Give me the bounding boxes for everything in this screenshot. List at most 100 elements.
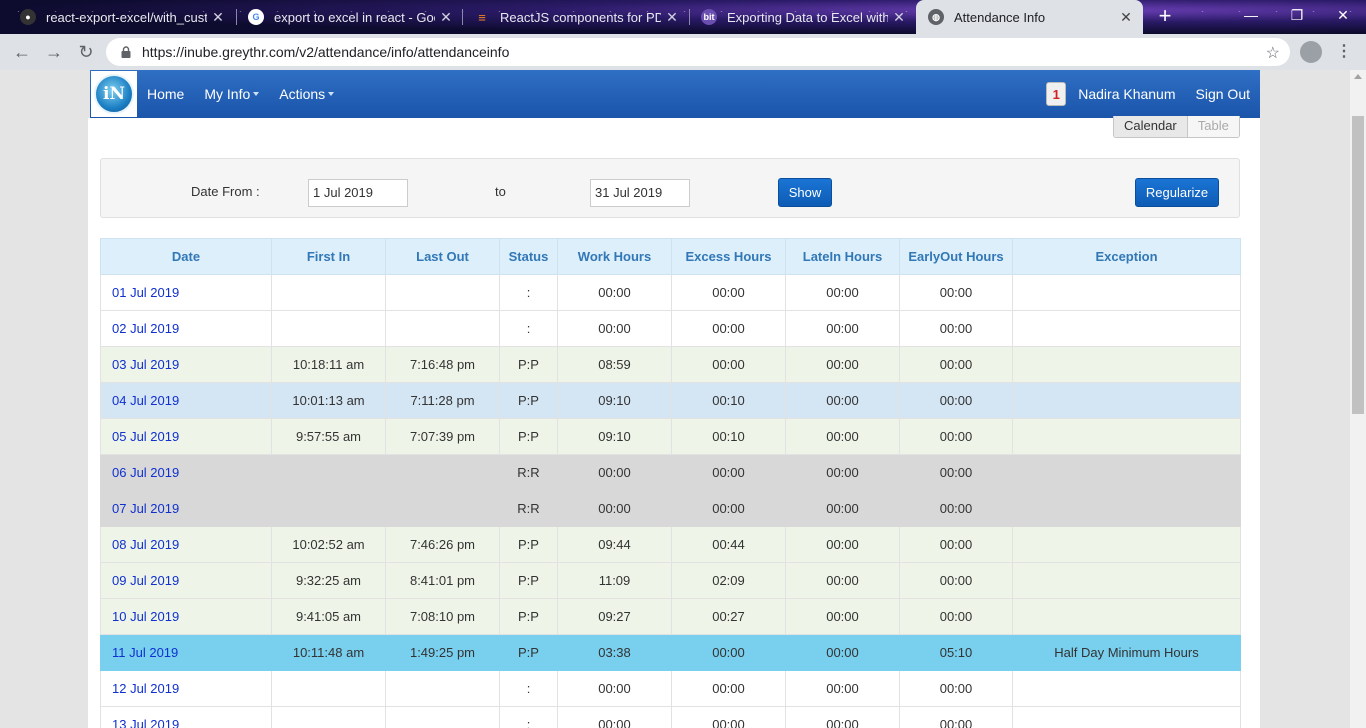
cell-exception <box>1012 274 1241 311</box>
cell-status: P:P <box>499 562 558 599</box>
browser-tab-1[interactable]: G export to excel in react - Goog ✕ <box>236 0 463 34</box>
show-button[interactable]: Show <box>778 178 832 207</box>
company-logo[interactable]: iN <box>91 71 137 117</box>
cell-excess-hours: 00:10 <box>671 382 786 419</box>
url-text: https://inube.greythr.com/v2/attendance/… <box>142 44 510 60</box>
address-bar[interactable]: https://inube.greythr.com/v2/attendance/… <box>106 38 1290 66</box>
nav-my-info[interactable]: My Info <box>204 86 260 102</box>
new-tab-button[interactable]: + <box>1153 5 1177 29</box>
browser-tab-0[interactable]: ● react-export-excel/with_custom ✕ <box>8 0 235 34</box>
cell-last-out: 7:11:28 pm <box>385 382 500 419</box>
browser-tab-active[interactable]: ◍ Attendance Info ✕ <box>916 0 1143 34</box>
close-icon[interactable]: ✕ <box>1115 9 1137 26</box>
cell-first-in: 9:57:55 am <box>271 418 386 455</box>
nav-home[interactable]: Home <box>147 86 184 102</box>
date-from-input[interactable]: 1 Jul 2019 <box>308 179 408 207</box>
cell-first-in: 9:41:05 am <box>271 598 386 635</box>
restore-icon[interactable]: ❐ <box>1274 0 1320 30</box>
col-header-exception[interactable]: Exception <box>1012 238 1241 275</box>
back-icon[interactable]: ← <box>6 36 38 68</box>
cell-earlyout-hours: 00:00 <box>899 706 1013 728</box>
attendance-table: Date First In Last Out Status Work Hours… <box>100 238 1241 728</box>
scroll-up-icon[interactable] <box>1354 74 1362 79</box>
cell-first-in: 10:01:13 am <box>271 382 386 419</box>
notification-badge[interactable]: 1 <box>1046 82 1067 106</box>
cell-last-out <box>385 670 500 707</box>
cell-last-out: 7:16:48 pm <box>385 346 500 383</box>
cell-date[interactable]: 05 Jul 2019 <box>100 418 272 455</box>
profile-avatar-icon[interactable] <box>1300 41 1322 63</box>
cell-date[interactable]: 04 Jul 2019 <box>100 382 272 419</box>
regularize-button[interactable]: Regularize <box>1135 178 1219 207</box>
close-icon[interactable]: ✕ <box>888 9 910 26</box>
cell-date[interactable]: 06 Jul 2019 <box>100 454 272 491</box>
cell-exception <box>1012 310 1241 347</box>
cell-first-in <box>271 274 386 311</box>
browser-tab-3[interactable]: bit Exporting Data to Excel with Re ✕ <box>689 0 916 34</box>
cell-latein-hours: 00:00 <box>785 418 900 455</box>
cell-first-in: 10:18:11 am <box>271 346 386 383</box>
col-header-latein-hours[interactable]: LateIn Hours <box>785 238 900 275</box>
table-row: 12 Jul 2019:00:00 00:00 00:00 00:00 <box>100 670 1241 707</box>
cell-earlyout-hours: 00:00 <box>899 418 1013 455</box>
cell-first-in <box>271 310 386 347</box>
cell-first-in <box>271 670 386 707</box>
sign-out-link[interactable]: Sign Out <box>1196 86 1250 102</box>
cell-status: : <box>499 706 558 728</box>
cell-status: P:P <box>499 634 558 671</box>
cell-last-out <box>385 454 500 491</box>
table-row: 09 Jul 2019 9:32:25 am 8:41:01 pm P:P 11:09 0… <box>100 562 1241 599</box>
calendar-view-button[interactable]: Calendar <box>1114 116 1188 137</box>
cell-date[interactable]: 09 Jul 2019 <box>100 562 272 599</box>
window-close-icon[interactable]: ✕ <box>1320 0 1366 30</box>
browser-tab-2[interactable]: ≡ ReactJS components for PDF e ✕ <box>462 0 689 34</box>
col-header-earlyout-hours[interactable]: EarlyOut Hours <box>899 238 1013 275</box>
user-name[interactable]: Nadira Khanum <box>1078 86 1175 102</box>
cell-date[interactable]: 11 Jul 2019 <box>100 634 272 671</box>
col-header-first-in[interactable]: First In <box>271 238 386 275</box>
table-view-button[interactable]: Table <box>1187 116 1239 137</box>
cell-date[interactable]: 07 Jul 2019 <box>100 490 272 527</box>
cell-date[interactable]: 03 Jul 2019 <box>100 346 272 383</box>
cell-date[interactable]: 02 Jul 2019 <box>100 310 272 347</box>
page-scrollbar[interactable] <box>1350 70 1366 728</box>
cell-earlyout-hours: 05:10 <box>899 634 1013 671</box>
close-icon[interactable]: ✕ <box>207 9 229 26</box>
cell-last-out <box>385 706 500 728</box>
lock-icon <box>121 46 131 58</box>
cell-date[interactable]: 10 Jul 2019 <box>100 598 272 635</box>
cell-earlyout-hours: 00:00 <box>899 346 1013 383</box>
cell-date[interactable]: 13 Jul 2019 <box>100 706 272 728</box>
table-header-row: Date First In Last Out Status Work Hours… <box>100 238 1241 275</box>
cell-exception <box>1012 706 1241 728</box>
reload-icon[interactable]: ↻ <box>70 36 102 68</box>
col-header-excess-hours[interactable]: Excess Hours <box>671 238 786 275</box>
cell-excess-hours: 00:10 <box>671 418 786 455</box>
cell-first-in <box>271 706 386 728</box>
close-icon[interactable]: ✕ <box>661 9 683 26</box>
cell-earlyout-hours: 00:00 <box>899 562 1013 599</box>
scroll-thumb[interactable] <box>1352 116 1364 414</box>
tab-title: react-export-excel/with_custom <box>46 9 207 25</box>
minimize-icon[interactable]: — <box>1228 0 1274 30</box>
col-header-work-hours[interactable]: Work Hours <box>557 238 672 275</box>
close-icon[interactable]: ✕ <box>435 9 457 26</box>
cell-date[interactable]: 12 Jul 2019 <box>100 670 272 707</box>
nav-actions[interactable]: Actions <box>279 86 335 102</box>
cell-date[interactable]: 08 Jul 2019 <box>100 526 272 563</box>
browser-menu-icon[interactable]: ⋮ <box>1336 41 1352 63</box>
nav-actions-label: Actions <box>279 86 326 102</box>
cell-first-in <box>271 490 386 527</box>
col-header-status[interactable]: Status <box>499 238 558 275</box>
cell-latein-hours: 00:00 <box>785 634 900 671</box>
to-label: to <box>495 184 506 199</box>
date-to-input[interactable]: 31 Jul 2019 <box>590 179 690 207</box>
col-header-last-out[interactable]: Last Out <box>385 238 500 275</box>
col-header-date[interactable]: Date <box>100 238 272 275</box>
forward-icon[interactable]: → <box>38 36 70 68</box>
cell-date[interactable]: 01 Jul 2019 <box>100 274 272 311</box>
cell-latein-hours: 00:00 <box>785 706 900 728</box>
cell-excess-hours: 00:27 <box>671 598 786 635</box>
date-from-label: Date From : <box>191 184 260 199</box>
bookmark-star-icon[interactable]: ☆ <box>1266 43 1280 63</box>
